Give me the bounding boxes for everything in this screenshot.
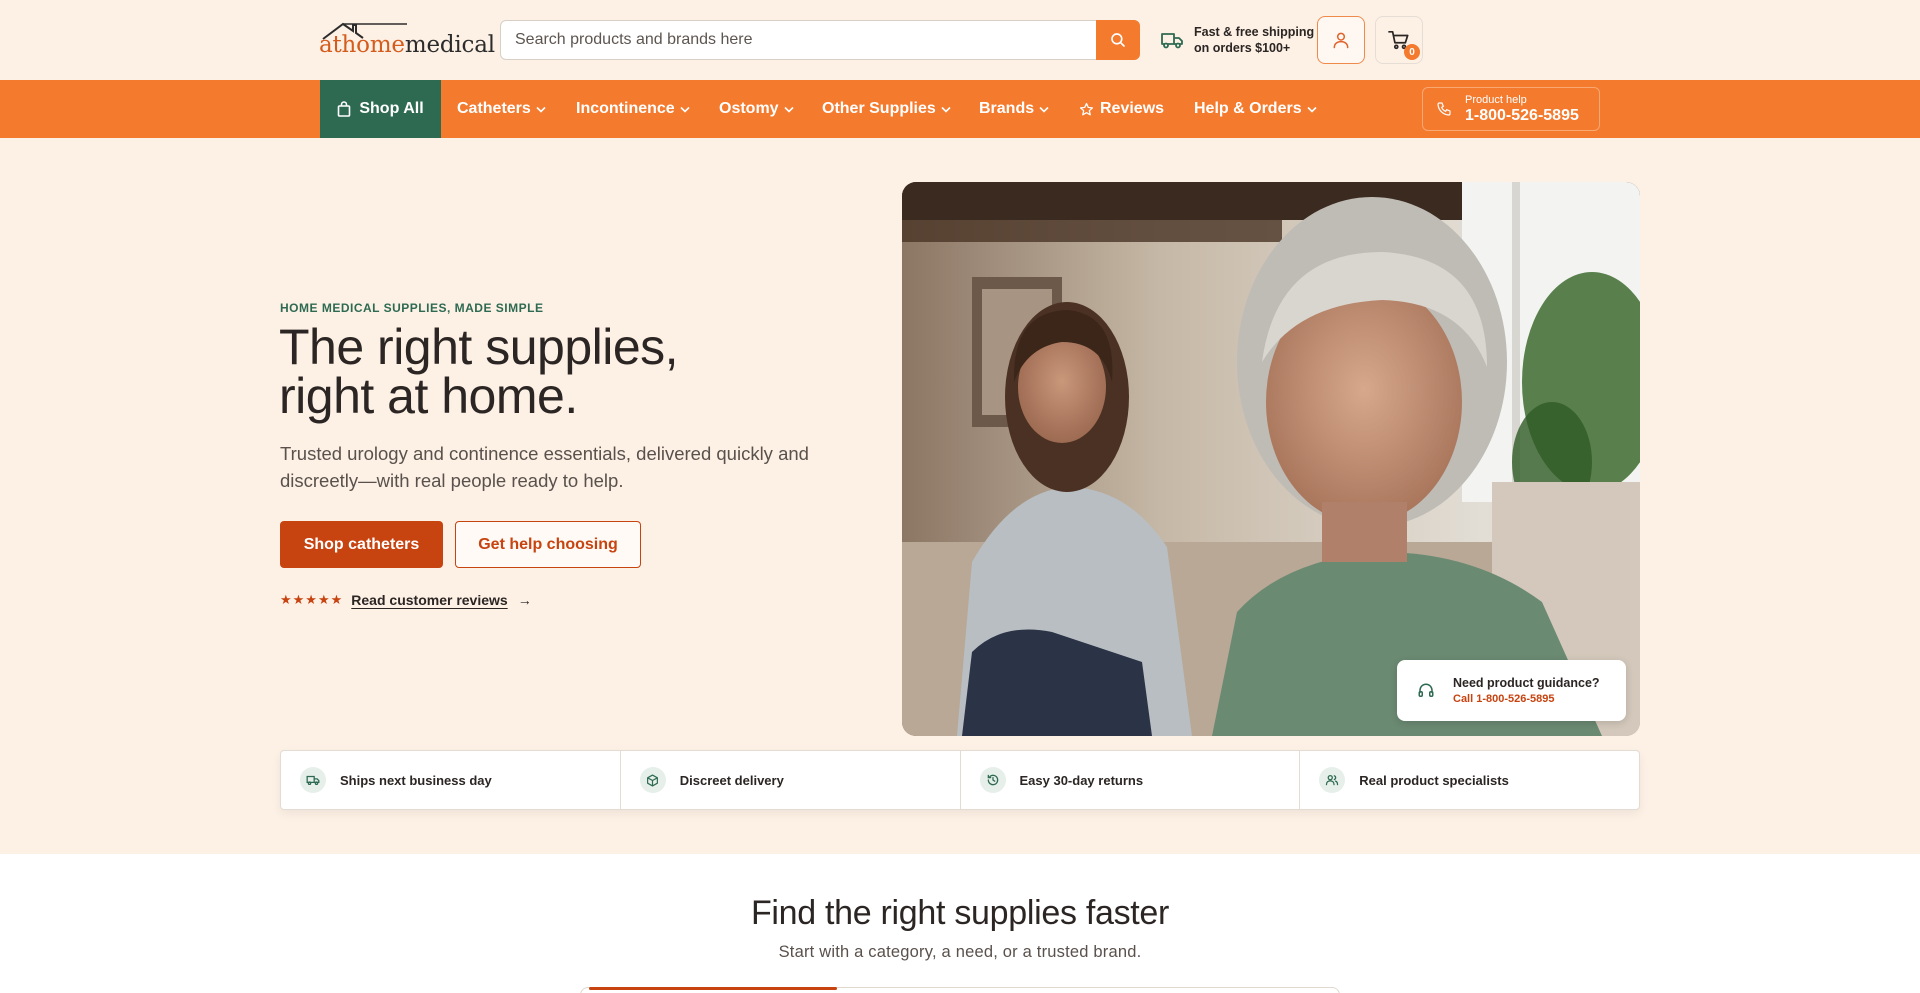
guidance-phone-link[interactable]: Call 1-800-526-5895 (1453, 691, 1600, 707)
finder-title: Find the right supplies faster (750, 894, 1170, 932)
hero-section: HOME MEDICAL SUPPLIES, MADE SIMPLE The r… (0, 138, 1920, 854)
finder-active-tab[interactable] (589, 987, 837, 990)
users-icon (1319, 767, 1346, 793)
nav-other-supplies-label: Other Supplies (822, 100, 936, 117)
chevron-down-icon (941, 106, 951, 113)
hero-headline-line-1: The right supplies, (279, 319, 679, 375)
chevron-down-icon (784, 106, 794, 113)
hero-photo-illustration (902, 182, 1640, 736)
feature-label: Discreet delivery (679, 772, 784, 788)
headset-icon (1418, 683, 1434, 697)
cart-count-badge: 0 (1404, 44, 1420, 60)
feature-label: Ships next business day (340, 772, 492, 788)
shopping-bag-icon (338, 101, 351, 117)
chevron-down-icon (1307, 106, 1317, 113)
user-icon (1333, 32, 1349, 49)
shipping-promo: Fast & free shipping on orders $100+ (1160, 22, 1314, 58)
product-help-phone[interactable]: Product help 1-800-526-5895 (1422, 87, 1600, 131)
nav-other-supplies[interactable]: Other Supplies (822, 80, 951, 138)
star-icon (1079, 102, 1094, 115)
chevron-down-icon (1039, 106, 1049, 113)
rating-stars: ★★★★★ (280, 592, 344, 607)
shipping-line-1: Fast & free shipping (1194, 25, 1315, 39)
nav-reviews-label: Reviews (1100, 100, 1165, 117)
hero-subcopy: Trusted urology and continence essential… (280, 443, 809, 491)
phone-icon (1437, 102, 1451, 116)
shop-catheters-button[interactable]: Shop catheters (280, 521, 443, 568)
box-icon (639, 767, 666, 793)
nav-reviews[interactable]: Reviews (1079, 80, 1164, 138)
feature-item: Discreet delivery (621, 751, 961, 809)
cart-button[interactable]: 0 (1375, 16, 1423, 64)
get-help-choosing-button[interactable]: Get help choosing (455, 521, 641, 568)
read-reviews-link[interactable]: Read customer reviews (351, 592, 507, 608)
product-help-label: Product help (1465, 93, 1527, 106)
truck-icon (300, 767, 326, 793)
nav-help-orders[interactable]: Help & Orders (1194, 80, 1317, 138)
shipping-line-2: on orders $100+ (1194, 41, 1291, 55)
nav-brands[interactable]: Brands (979, 80, 1049, 138)
search-input[interactable] (501, 21, 1097, 59)
finder-section: Find the right supplies faster Start wit… (0, 854, 1920, 993)
nav-catheters[interactable]: Catheters (457, 80, 546, 138)
hero-photo (902, 182, 1640, 736)
truck-icon (1161, 33, 1183, 49)
feature-label: Real product specialists (1359, 772, 1509, 788)
hero-eyebrow: HOME MEDICAL SUPPLIES, MADE SIMPLE (280, 301, 544, 315)
search-button[interactable] (1096, 20, 1140, 60)
reviews-line: ★★★★★ Read customer reviews → (280, 592, 532, 608)
chevron-down-icon (680, 106, 690, 113)
feature-label: Easy 30-day returns (1019, 772, 1144, 788)
product-help-number: 1-800-526-5895 (1465, 106, 1579, 124)
site-logo[interactable]: athomemedical (319, 20, 495, 62)
guidance-title: Need product guidance? (1453, 675, 1600, 690)
search-icon (1111, 33, 1125, 47)
top-header: athomemedical Fast & free shipping on or… (0, 0, 1920, 80)
hero-headline: The right supplies, right at home. (279, 322, 839, 424)
nav-ostomy-label: Ostomy (719, 100, 779, 117)
arrow-right-icon: → (517, 592, 532, 608)
nav-incontinence[interactable]: Incontinence (576, 80, 690, 138)
nav-ostomy[interactable]: Ostomy (719, 80, 794, 138)
search-bar (500, 20, 1140, 60)
nav-catheters-label: Catheters (457, 100, 531, 117)
nav-help-orders-label: Help & Orders (1194, 100, 1302, 117)
feature-strip: Ships next business day Discreet deliver… (280, 750, 1640, 810)
finder-tabs (580, 987, 1340, 993)
product-guidance-card[interactable]: Need product guidance? Call 1-800-526-58… (1397, 660, 1626, 721)
logo-wordmark: athomemedical (319, 32, 495, 58)
account-button[interactable] (1317, 16, 1365, 64)
history-icon (979, 767, 1006, 793)
chevron-down-icon (536, 106, 546, 113)
nav-incontinence-label: Incontinence (576, 100, 675, 117)
nav-shop-all-label: Shop All (359, 100, 424, 117)
nav-brands-label: Brands (979, 100, 1035, 117)
main-nav: Shop All Catheters Incontinence Ostomy O… (0, 80, 1920, 138)
nav-shop-all[interactable]: Shop All (320, 80, 441, 138)
hero-headline-line-2: right at home. (279, 368, 578, 424)
feature-item: Easy 30-day returns (961, 751, 1301, 809)
finder-subtitle: Start with a category, a need, or a trus… (778, 943, 1142, 961)
feature-item: Real product specialists (1300, 751, 1639, 809)
feature-item: Ships next business day (281, 751, 621, 809)
